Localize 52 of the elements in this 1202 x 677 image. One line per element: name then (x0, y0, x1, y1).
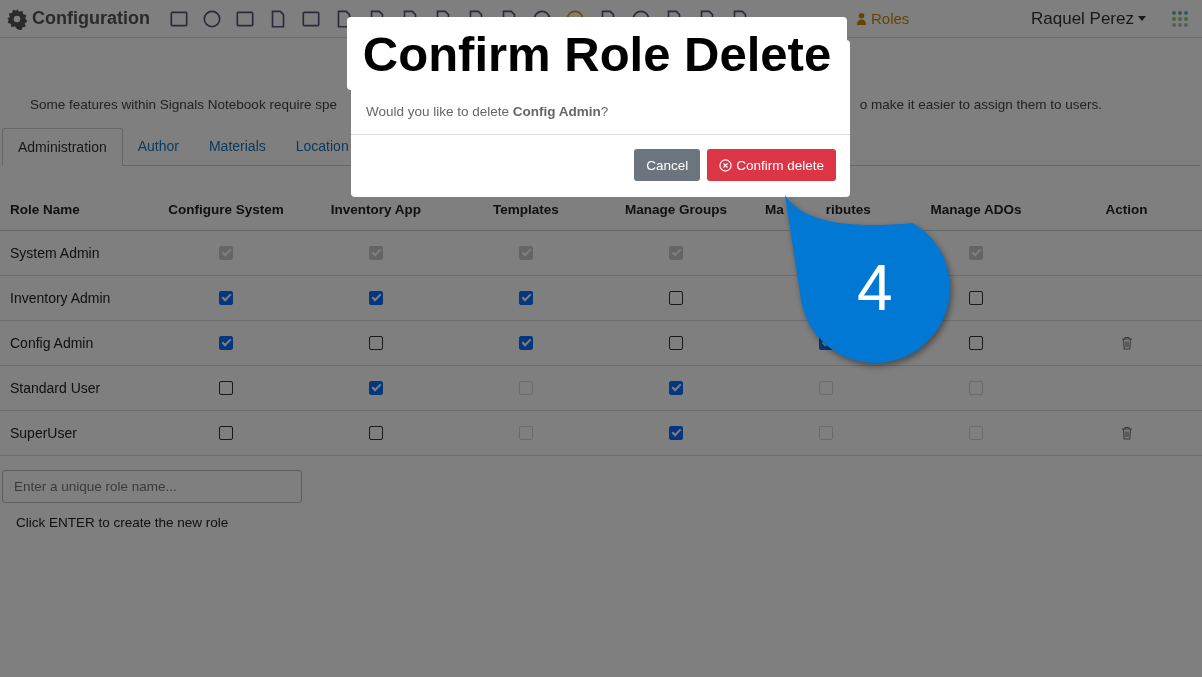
trash-icon[interactable] (1120, 426, 1133, 440)
tab[interactable]: Materials (193, 128, 281, 165)
intro-text: Some features within Signals Notebook require spe (30, 97, 337, 114)
column-header: Manage ADOs (930, 201, 1022, 217)
checkbox[interactable] (969, 336, 983, 350)
hint-text: Click ENTER to create the new role (16, 515, 229, 530)
confirm-delete-button[interactable]: Confirm delete (707, 149, 836, 181)
role-name: Inventory Admin (10, 290, 111, 306)
apps-grid-icon[interactable] (1170, 8, 1190, 29)
user-menu[interactable]: Raquel Perez (1025, 7, 1152, 30)
checkbox[interactable] (219, 426, 233, 440)
checkbox[interactable] (669, 426, 683, 440)
role-name: Config Admin (10, 335, 94, 351)
intro-text: o make it easier to assign them to users. (859, 97, 1102, 114)
checkbox[interactable] (519, 336, 533, 350)
column-header: Inventory App (330, 201, 422, 217)
checkbox[interactable] (669, 291, 683, 305)
checkbox[interactable] (369, 336, 383, 350)
breadcrumb-link[interactable]: Roles (871, 10, 910, 27)
tab[interactable]: Author (122, 128, 194, 165)
checkbox[interactable] (219, 291, 233, 305)
dialog-message: Would you like to delete Config Admin? (366, 104, 609, 119)
checkbox[interactable] (519, 291, 533, 305)
settings-icon[interactable] (6, 7, 28, 30)
role-name: SuperUser (10, 425, 77, 441)
user-icon (856, 12, 867, 25)
role-name: Standard User (10, 380, 101, 396)
column-header: Manage Groups (625, 201, 727, 217)
checkbox[interactable] (219, 336, 233, 350)
dialog-title: Confirm Role Delete (347, 17, 847, 90)
caret-icon (1138, 16, 1146, 21)
checkbox[interactable] (369, 291, 383, 305)
tab[interactable]: Administration (2, 128, 123, 166)
column-header: Role Name (10, 201, 80, 217)
cancel-button[interactable]: Cancel (634, 149, 701, 181)
step-number: 4 (857, 251, 893, 325)
checkbox[interactable] (669, 336, 683, 350)
trash-icon[interactable] (1120, 336, 1133, 350)
role-name: System Admin (10, 245, 100, 261)
checkbox[interactable] (969, 291, 983, 305)
role-name-field[interactable]: Enter a unique role name... (2, 470, 302, 503)
column-header: Templates (493, 201, 559, 217)
column-header: Configure System (168, 201, 284, 217)
checkbox[interactable] (669, 381, 683, 395)
checkbox[interactable] (369, 381, 383, 395)
close-circle-icon (719, 158, 733, 172)
checkbox[interactable] (369, 426, 383, 440)
page-title: Configuration (32, 8, 150, 29)
column-header: Action (1105, 201, 1148, 217)
column-header: Ma (765, 201, 784, 217)
checkbox[interactable] (219, 381, 233, 395)
column-header: ributes (825, 201, 871, 217)
